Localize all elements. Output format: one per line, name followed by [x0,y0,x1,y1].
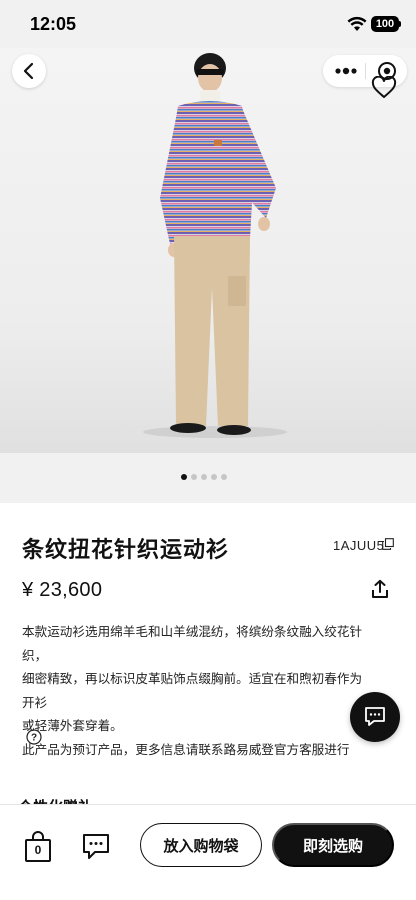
shopping-bag-button[interactable]: 0 [24,831,52,863]
bottom-action-bar: 0 放入购物袋 即刻选购 [0,804,416,900]
chevron-left-icon [23,62,34,80]
chat-bubble-icon [365,707,385,726]
description-line: 细密精致，再以标识皮革贴饰点缀胸前。适宜在和煦初春作为开衫 [22,671,363,710]
pagination-dots[interactable] [181,473,227,481]
description-line: 或轻薄外套穿着。 [22,718,123,733]
buy-now-button[interactable]: 即刻选购 [272,823,394,867]
more-dots-icon[interactable] [333,64,359,78]
battery-tip [399,21,401,27]
model-figure [143,53,287,438]
gallery-pager [0,453,416,503]
back-button[interactable] [12,54,46,88]
question-circle-icon[interactable]: ? [26,729,42,745]
product-image[interactable] [0,48,416,453]
product-title: 条纹扭花针织运动衫 [22,538,230,563]
product-price: ¥ 23,600 [22,579,103,601]
pager-dot-3[interactable] [201,474,207,480]
product-description: 本款运动衫选用绵羊毛和山羊绒混纺，将缤纷条纹融入绞花针织， 细密精致，再以标识皮… [22,620,372,761]
floating-chat-button[interactable] [350,692,400,742]
share-icon[interactable] [370,579,390,599]
product-sku: 1AJUU5 [333,538,385,553]
capsule-divider [365,63,366,79]
svg-text:?: ? [31,733,37,744]
description-line: 本款运动衫选用绵羊毛和山羊绒混纺，将缤纷条纹融入绞花针织， [22,624,363,663]
description-line: 此产品为预订产品，更多信息请联系路易威登官方客服进行 [22,741,350,757]
pager-dot-4[interactable] [211,474,217,480]
copy-icon[interactable] [382,538,394,550]
pager-dot-1[interactable] [181,474,187,480]
pager-dot-5[interactable] [221,474,227,480]
bag-count: 0 [34,843,42,857]
battery-indicator: 100 [371,16,399,32]
status-time: 12:05 [30,14,77,34]
wifi-icon [347,16,367,31]
chat-bubble-icon [83,834,109,859]
pager-dot-2[interactable] [191,474,197,480]
heart-outline-icon[interactable] [371,76,397,100]
status-bar: 12:05 100 [0,0,416,48]
add-to-bag-button[interactable]: 放入购物袋 [140,823,262,867]
customer-service-button[interactable] [82,833,110,861]
